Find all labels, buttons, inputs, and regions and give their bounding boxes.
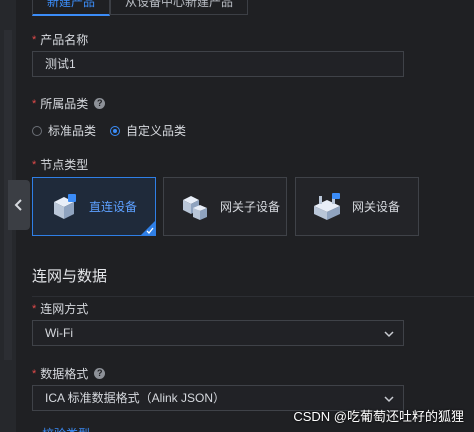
help-icon[interactable]: ? (94, 368, 106, 379)
network-method-value: Wi-Fi (45, 326, 73, 340)
network-method-select[interactable]: Wi-Fi (32, 320, 404, 346)
tab-bar: 新建产品 从设备中心新建产品 (32, 0, 249, 16)
node-type-gateway-sub-device[interactable]: 网关子设备 (163, 177, 287, 236)
required-mark: * (32, 33, 37, 46)
network-method-label-text: 连网方式 (40, 302, 89, 316)
network-method-label: * 连网方式 (32, 300, 88, 317)
required-mark: * (32, 158, 37, 171)
category-label: * 所属品类 ? (32, 95, 106, 112)
node-type-label: * 节点类型 (32, 156, 88, 173)
chevron-down-icon (384, 331, 394, 338)
next-field-label-partial: 校验类型 (42, 425, 90, 432)
collapse-sidebar-button[interactable] (8, 180, 30, 230)
radio-circle (32, 125, 42, 136)
radio-label: 自定义品类 (126, 124, 187, 138)
product-name-label: * 产品名称 (32, 31, 88, 48)
selected-check-icon (141, 221, 155, 235)
category-radio-group: 标准品类 自定义品类 (32, 122, 186, 139)
node-card-label: 直连设备 (89, 200, 138, 214)
category-label-text: 所属品类 (40, 97, 89, 111)
chevron-down-icon (384, 396, 394, 403)
required-mark: * (32, 302, 37, 315)
radio-label: 标准品类 (48, 124, 97, 138)
product-name-input[interactable]: 测试1 (32, 51, 404, 77)
node-type-label-text: 节点类型 (40, 158, 89, 172)
data-format-value: ICA 标准数据格式（Alink JSON） (45, 391, 226, 405)
required-mark: * (32, 97, 37, 110)
gateway-device-icon (314, 192, 340, 220)
gateway-sub-device-icon (183, 195, 207, 220)
node-card-label: 网关子设备 (220, 200, 281, 214)
product-form: 新建产品 从设备中心新建产品 * 产品名称 测试1 * 所属品类 ? 标准品类 … (28, 0, 474, 432)
required-mark: * (32, 367, 37, 380)
section-title-network-data: 连网与数据 (32, 268, 108, 285)
direct-device-icon (54, 193, 76, 219)
section-divider (32, 296, 474, 297)
tab-new-from-device-center[interactable]: 从设备中心新建产品 (110, 0, 249, 15)
radio-standard-category[interactable]: 标准品类 (32, 122, 96, 139)
radio-custom-category[interactable]: 自定义品类 (110, 122, 186, 139)
node-type-gateway-device[interactable]: 网关设备 (295, 177, 419, 236)
node-type-direct-device[interactable]: 直连设备 (32, 177, 156, 236)
radio-circle (110, 125, 121, 136)
data-format-label-text: 数据格式 (40, 367, 89, 381)
product-name-label-text: 产品名称 (40, 33, 89, 47)
node-card-label: 网关设备 (352, 200, 401, 214)
data-format-label: * 数据格式 ? (32, 365, 106, 382)
tab-new-product[interactable]: 新建产品 (32, 0, 111, 16)
help-icon[interactable]: ? (94, 98, 106, 109)
chevron-left-icon (14, 199, 22, 211)
watermark: CSDN @吃葡萄还吐籽的狐狸 (293, 409, 464, 424)
